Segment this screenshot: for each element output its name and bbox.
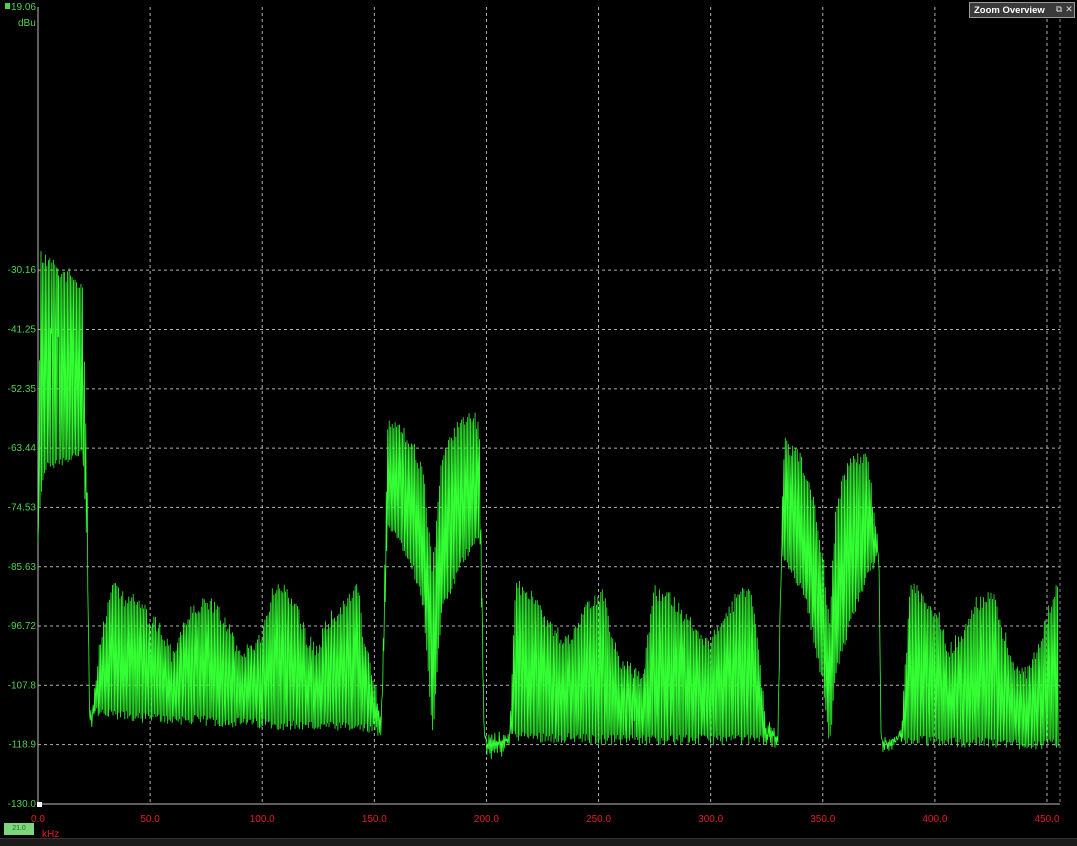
x-tick-label: 400.0: [922, 814, 947, 825]
x-tick-label: 300.0: [698, 814, 723, 825]
zoom-overview-label: Zoom Overview: [974, 4, 1045, 16]
y-tick-label: -85.63: [8, 562, 37, 573]
x-axis-ticks: 0.0 50.0 100.0 150.0 200.0 250.0 300.0 350.0 400…: [31, 814, 1060, 825]
spectrum-trace: [37, 251, 1059, 760]
y-tick-label: -30.16: [8, 265, 37, 276]
y-tick-label: 19.06: [11, 2, 36, 13]
y-tick-label: -74.53: [8, 502, 37, 513]
zoom-overview-panel[interactable]: Zoom Overview ⧉ ✕: [969, 2, 1075, 18]
y-tick-label: -107.8: [8, 680, 37, 691]
x-tick-label: 250.0: [586, 814, 611, 825]
y-axis-ticks: 19.06 -30.16 -41.25 -52.35 -63.44 -74.53 -85.6…: [8, 2, 37, 810]
spectrum-plot[interactable]: 19.06 -30.16 -41.25 -52.35 -63.44 -74.53 -85.6…: [0, 0, 1077, 845]
spectrum-line: [37, 251, 1059, 760]
x-tick-label: 200.0: [474, 814, 499, 825]
y-tick-label: -130.0: [8, 799, 37, 810]
x-tick-label: 350.0: [810, 814, 835, 825]
origin-marker: [37, 802, 42, 807]
x-tick-label: 100.0: [250, 814, 275, 825]
y-tick-label: -96.72: [8, 621, 37, 632]
restore-icon[interactable]: ⧉: [1054, 5, 1064, 15]
top-marker: [5, 3, 10, 9]
x-tick-label: 50.0: [140, 814, 160, 825]
y-tick-label: -52.35: [8, 384, 37, 395]
y-tick-label: -118.9: [8, 740, 36, 751]
y-axis-unit: dBu: [18, 18, 36, 29]
y-tick-label: -41.25: [8, 324, 37, 335]
close-icon[interactable]: ✕: [1064, 5, 1074, 15]
corner-readout[interactable]: 21.0: [4, 823, 34, 835]
x-tick-label: 150.0: [362, 814, 387, 825]
y-tick-label: -63.44: [8, 443, 37, 454]
x-tick-label: 450.0: [1034, 814, 1059, 825]
